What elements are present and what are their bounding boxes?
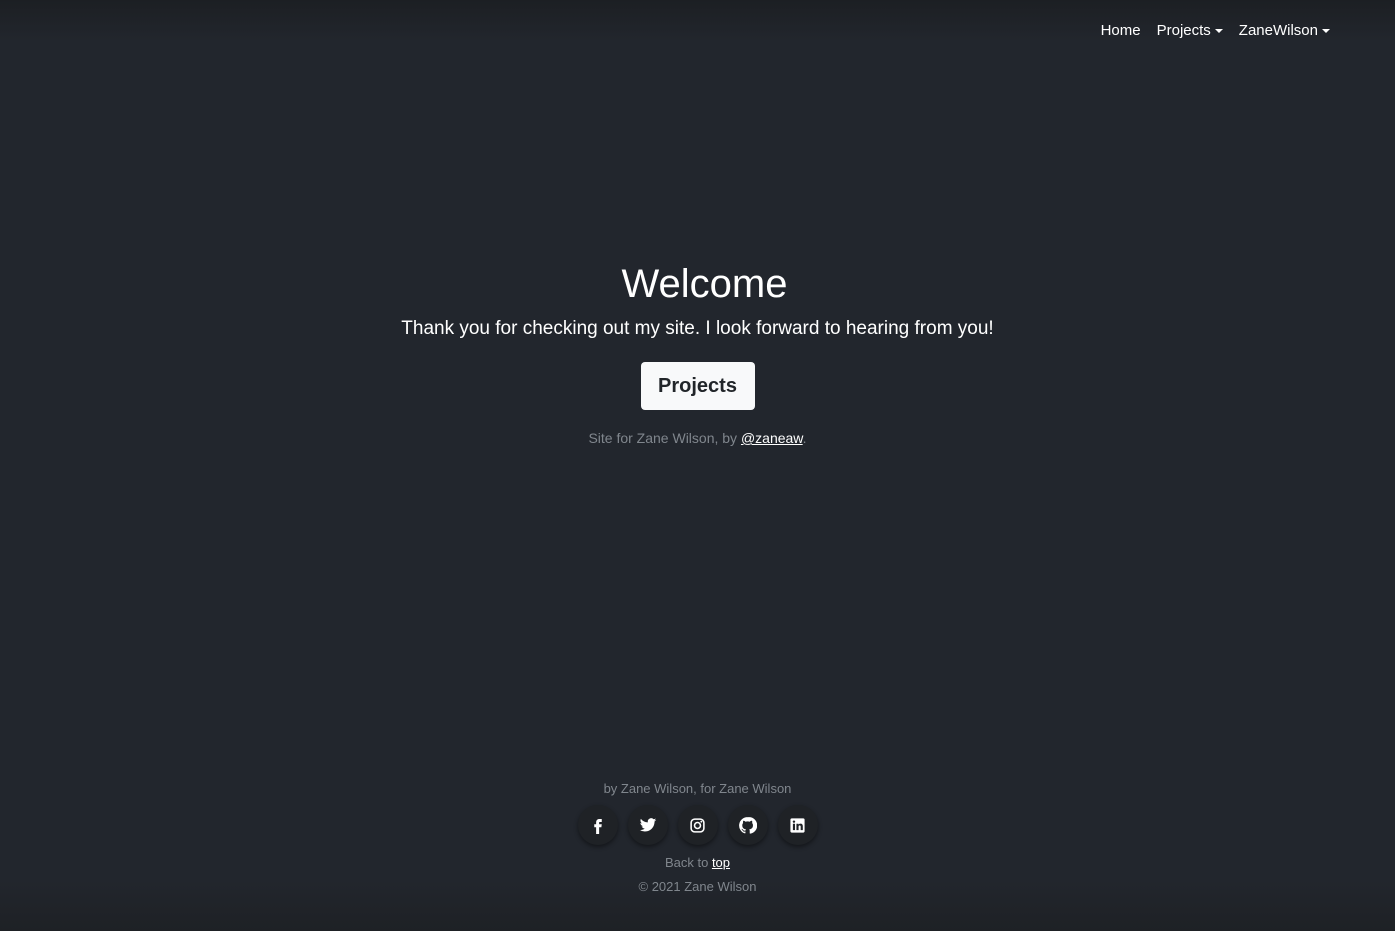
nav-projects-dropdown[interactable]: Projects	[1149, 20, 1231, 41]
credit-prefix: Site for Zane Wilson, by	[588, 430, 741, 446]
caret-down-icon	[1322, 29, 1330, 33]
site-credit: Site for Zane Wilson, by @zaneaw.	[0, 430, 1395, 446]
nav-user-dropdown[interactable]: ZaneWilson	[1231, 20, 1338, 41]
twitter-icon	[639, 816, 657, 834]
footer-tagline: by Zane Wilson, for Zane Wilson	[603, 781, 792, 796]
caret-down-icon	[1214, 29, 1223, 33]
author-handle-link[interactable]: @zaneaw	[741, 430, 803, 446]
copyright-text: © 2021 Zane Wilson	[638, 879, 757, 894]
github-button[interactable]	[727, 805, 768, 845]
navbar: Home Projects ZaneWilson	[0, 0, 1395, 62]
hero-lead-text: Thank you for checking out my site. I lo…	[401, 318, 994, 339]
credit-suffix: .	[802, 430, 807, 446]
page-title: Welcome	[621, 262, 788, 306]
nav-user-label: ZaneWilson	[1238, 22, 1318, 39]
facebook-button[interactable]	[577, 805, 618, 845]
facebook-icon	[589, 816, 607, 834]
instagram-button[interactable]	[677, 805, 718, 845]
hero-section: Welcome Thank you for checking out my si…	[0, 258, 1395, 446]
back-to-prefix: Back to	[664, 855, 712, 870]
nav-projects-label: Projects	[1156, 22, 1211, 39]
nav-home-link[interactable]: Home	[1093, 20, 1149, 41]
github-icon	[738, 816, 757, 835]
nav-home-label: Home	[1100, 22, 1141, 39]
social-links	[0, 805, 1395, 845]
twitter-button[interactable]	[627, 805, 668, 845]
linkedin-button[interactable]	[777, 805, 818, 845]
back-to-top-link[interactable]: top	[712, 855, 730, 870]
footer: by Zane Wilson, for Zane Wilson Back to …	[0, 780, 1395, 896]
nav-links: Home Projects ZaneWilson	[1093, 20, 1338, 41]
instagram-icon	[689, 817, 706, 834]
projects-button[interactable]: Projects	[640, 362, 755, 410]
back-to-top: Back to top	[0, 854, 1395, 872]
linkedin-icon	[789, 817, 806, 834]
